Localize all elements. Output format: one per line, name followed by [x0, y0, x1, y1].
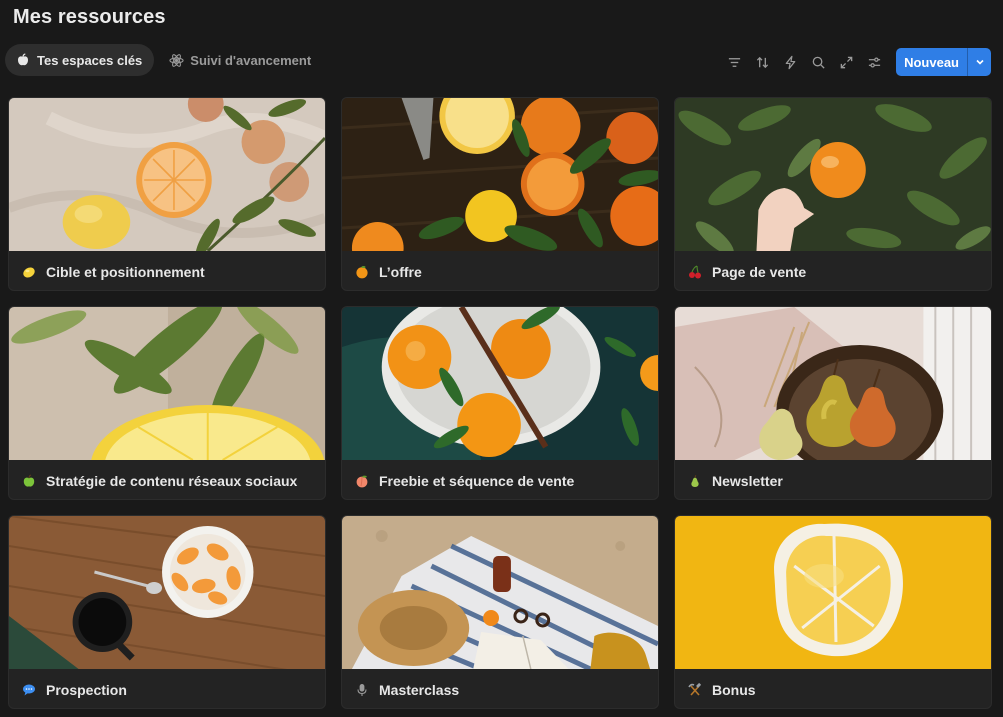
- tab-suivi-avancement[interactable]: Suivi d'avancement: [158, 44, 323, 76]
- search-icon[interactable]: [804, 48, 832, 76]
- chevron-down-icon[interactable]: [967, 48, 991, 76]
- gallery-card-cible[interactable]: Cible et positionnement: [8, 97, 326, 291]
- peach-icon: [354, 473, 370, 489]
- cover-image-lemon-closeup: [9, 307, 325, 460]
- card-title: Page de vente: [712, 263, 807, 280]
- gallery-card-page-vente[interactable]: Page de vente: [674, 97, 992, 291]
- green-apple-icon: [21, 473, 37, 489]
- cover-image-orange-tree: [675, 98, 991, 251]
- atom-icon: [168, 52, 184, 68]
- page-title: Mes ressources: [13, 6, 166, 28]
- cover-image-oranges-wood: [342, 98, 658, 251]
- view-tabs: Tes espaces clés Suivi d'avancement: [5, 44, 323, 76]
- expand-icon[interactable]: [832, 48, 860, 76]
- cover-image-beach: [342, 516, 658, 669]
- pear-icon: [687, 473, 703, 489]
- settings-sliders-icon[interactable]: [860, 48, 888, 76]
- card-title: Masterclass: [379, 681, 460, 698]
- tab-label: Suivi d'avancement: [190, 52, 312, 68]
- gallery-card-masterclass[interactable]: Masterclass: [341, 515, 659, 709]
- gallery-card-offre[interactable]: L’offre: [341, 97, 659, 291]
- card-title: Stratégie de contenu réseaux sociaux: [46, 472, 298, 489]
- card-title: Newsletter: [712, 472, 783, 489]
- cover-image-coffee-table: [9, 516, 325, 669]
- speech-bubble-icon: [21, 682, 37, 698]
- hammer-pick-icon: [687, 682, 703, 698]
- sort-icon[interactable]: [748, 48, 776, 76]
- filter-icon[interactable]: [720, 48, 748, 76]
- microphone-icon: [354, 682, 370, 698]
- cover-image-oranges-bowl: [342, 307, 658, 460]
- gallery-card-freebie[interactable]: Freebie et séquence de vente: [341, 306, 659, 500]
- gallery-card-newsletter[interactable]: Newsletter: [674, 306, 992, 500]
- new-button-label[interactable]: Nouveau: [896, 48, 967, 76]
- tab-espaces-cles[interactable]: Tes espaces clés: [5, 44, 155, 76]
- apple-icon: [15, 52, 31, 68]
- card-title: Prospection: [46, 681, 127, 698]
- cherries-icon: [687, 264, 703, 280]
- gallery-grid: Cible et positionnement L’offre Page de …: [8, 97, 992, 709]
- view-toolbar: Nouveau: [720, 48, 991, 76]
- tab-label: Tes espaces clés: [37, 52, 143, 68]
- orange-icon: [354, 264, 370, 280]
- gallery-card-bonus[interactable]: Bonus: [674, 515, 992, 709]
- cover-image-pears: [675, 307, 991, 460]
- card-title: L’offre: [379, 263, 422, 280]
- lightning-icon[interactable]: [776, 48, 804, 76]
- lemon-icon: [21, 264, 37, 280]
- new-button: Nouveau: [896, 48, 991, 76]
- cover-image-lemons-linen: [9, 98, 325, 251]
- card-title: Freebie et séquence de vente: [379, 472, 575, 489]
- gallery-card-strategie-contenu[interactable]: Stratégie de contenu réseaux sociaux: [8, 306, 326, 500]
- card-title: Bonus: [712, 681, 756, 698]
- cover-image-grapefruit-yellow: [675, 516, 991, 669]
- card-title: Cible et positionnement: [46, 263, 205, 280]
- gallery-card-prospection[interactable]: Prospection: [8, 515, 326, 709]
